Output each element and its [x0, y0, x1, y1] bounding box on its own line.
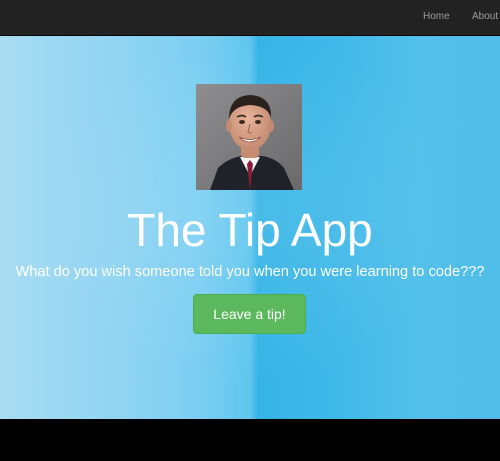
page-title: The Tip App: [127, 204, 373, 256]
avatar: [196, 84, 302, 190]
page-subtitle: What do you wish someone told you when y…: [15, 264, 485, 280]
nav-link-home[interactable]: Home: [423, 11, 450, 22]
top-navbar: Home About: [0, 0, 500, 36]
page-footer-area: [0, 419, 500, 461]
hero-section: The Tip App What do you wish someone tol…: [0, 36, 500, 419]
nav-link-about[interactable]: About: [472, 11, 498, 22]
person-photo-icon: [196, 84, 302, 190]
leave-tip-button[interactable]: Leave a tip!: [193, 294, 306, 334]
